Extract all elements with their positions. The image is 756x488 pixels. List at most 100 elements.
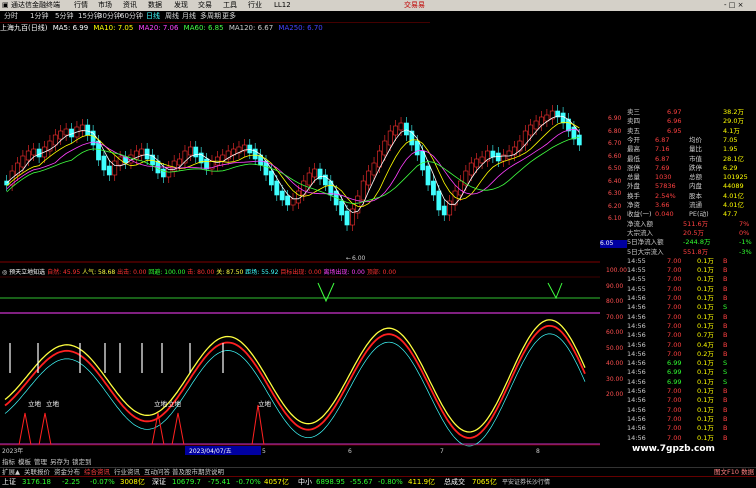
quote-panel: 卖三 6.97 38.2万 卖四 6.96 29.0万 卖五 6.95 4.1万 今开 6.87 均价…: [627, 108, 756, 458]
tick-volume: 0.1万: [697, 387, 714, 395]
period-tab-1min[interactable]: 1分钟: [30, 11, 48, 22]
menu-item-data[interactable]: 数据: [148, 0, 162, 11]
x-tick-7: 7: [440, 448, 444, 455]
tick-direction: B: [723, 275, 728, 284]
tick-time: 14:56: [627, 340, 646, 349]
trade-shortcut[interactable]: 交易易: [404, 0, 425, 11]
tick-direction: B: [723, 433, 728, 442]
flow-value: 551.8万: [683, 247, 709, 256]
index-zx-change: -55.67: [350, 478, 373, 486]
tick-time: 14:56: [627, 387, 646, 395]
quote-row: 最低 6.87 市值 28.1亿: [627, 155, 756, 164]
tab-manage[interactable]: 管理: [34, 458, 47, 467]
chart-area[interactable]: ← 6.00 立地 立地 立地 立地 立地 2023年 2023/04/07/五…: [0, 33, 600, 458]
index-sz-change: -75.41: [208, 478, 231, 486]
flow-label: 大宗流入: [627, 228, 653, 237]
tick-time: 14:56: [627, 331, 646, 340]
tick-time: 14:56: [627, 433, 646, 442]
tick-row: 14:56 7.00 0.1万 B: [627, 313, 756, 322]
menu-item-news[interactable]: 资讯: [123, 0, 137, 11]
quote-value: 4.01亿: [723, 201, 744, 209]
flow-value: 511.6万: [683, 219, 709, 228]
period-tab-more[interactable]: 更多: [222, 11, 236, 22]
tick-row: 14:56 7.00 0.2万 B: [627, 350, 756, 359]
ask-price: 6.96: [667, 117, 682, 126]
tick-direction: B: [723, 414, 728, 423]
flow-pct: 7%: [739, 219, 750, 228]
tick-volume: 0.2万: [697, 349, 714, 358]
quote-row: 今开 6.87 均价 7.05: [627, 136, 756, 145]
menu-item-ll12[interactable]: LL12: [274, 0, 291, 11]
total-turnover-label: 总成交: [444, 478, 465, 486]
tab-indicator[interactable]: 指标: [2, 458, 15, 467]
tab-save-as[interactable]: 另存为: [50, 458, 70, 467]
period-tab-weekly[interactable]: 周线: [165, 11, 179, 22]
price-axis-tick: 6.20: [608, 202, 622, 210]
price-axis-tick: 6.90: [608, 115, 622, 122]
quote-value: 6.29: [723, 163, 738, 172]
tick-time: 14:55: [627, 256, 646, 265]
candle-body: [355, 195, 361, 214]
price-axis-tick: 6.60: [608, 152, 622, 160]
candle-body: [431, 180, 436, 196]
index-sh-pct: -0.07%: [90, 478, 115, 486]
quote-value: 7.05: [723, 135, 738, 144]
candle-body: [425, 165, 431, 186]
tab-lock-to[interactable]: 锁定到: [72, 458, 92, 467]
ask-row: 卖五 6.95 4.1万: [627, 127, 756, 136]
period-tab-daily[interactable]: 日线: [146, 11, 160, 22]
tick-row: 14:56 7.00 0.1万 B: [627, 406, 756, 415]
tick-time: 14:56: [627, 368, 646, 377]
period-tab-5min[interactable]: 5分钟: [55, 11, 73, 22]
index-sh-name[interactable]: 上证: [2, 477, 16, 488]
price-axis-tick: 6.70: [608, 140, 622, 147]
index-zx-name[interactable]: 中小: [298, 477, 312, 488]
period-tab-multi[interactable]: 多周期: [200, 11, 221, 22]
candle-body: [377, 150, 382, 168]
flow-label: 净流入额: [627, 219, 653, 228]
menu-item-market[interactable]: 市场: [98, 0, 112, 11]
quote-row: 换手 2.54% 股本 4.01亿: [627, 192, 756, 201]
app-logo-icon: ▣: [2, 1, 9, 9]
annotation-lidi-2: 立地: [46, 399, 60, 408]
price-axis: 6.90 6.80 6.70 6.60 6.50 6.40 6.30 6.20 6.10 6.0…: [600, 33, 627, 458]
flow-row: 5日净流入额 -244.8万 -1%: [627, 238, 756, 247]
signal-spike: [18, 412, 32, 446]
signal-spike: [38, 412, 52, 446]
menu-item-tools[interactable]: 工具: [223, 0, 237, 11]
period-tab-30min[interactable]: 30分钟: [98, 11, 121, 22]
indicator-axis-tick: 20.00: [606, 391, 624, 398]
menu-item-discover[interactable]: 发现: [174, 0, 188, 11]
tick-price: 7.00: [667, 331, 682, 340]
menu-item-quotes[interactable]: 行情: [74, 0, 88, 11]
quote-row: 净资 3.66 流通 4.01亿: [627, 201, 756, 210]
menu-item-trade[interactable]: 交易: [198, 0, 212, 11]
tick-direction: B: [723, 331, 728, 340]
tick-price: 7.00: [667, 321, 682, 330]
quote-label: 换手: [627, 191, 640, 200]
candle-body: [420, 150, 426, 171]
menu-bar: ▣ 通达信金融终端 行情 市场 资讯 数据 发现 交易 工具 行业 LL12 交…: [0, 0, 756, 11]
index-sz-name[interactable]: 深证: [152, 477, 166, 488]
tab-template[interactable]: 模板: [18, 458, 31, 467]
tick-volume: 0.1万: [697, 275, 714, 284]
period-tab-60min[interactable]: 60分钟: [120, 11, 143, 22]
tick-price: 7.00: [667, 396, 682, 405]
flow-value: -244.8万: [683, 238, 711, 247]
menu-item-industry[interactable]: 行业: [248, 0, 262, 11]
annotation-lidi-3: 立地: [154, 399, 168, 408]
quote-row: 最高 7.16 量比 1.95: [627, 145, 756, 154]
ma120-value: MA120: 6.67: [228, 24, 274, 32]
tick-price: 7.00: [667, 433, 682, 442]
tick-volume: 0.1万: [697, 321, 714, 330]
index-sz-pct: -0.70%: [236, 478, 261, 486]
tick-volume: 0.1万: [697, 294, 714, 302]
tick-direction: B: [723, 387, 728, 395]
tick-price: 7.00: [667, 284, 682, 293]
flow-pct: -3%: [739, 247, 752, 256]
candle-body: [490, 150, 496, 158]
price-axis-tick: 6.30: [608, 190, 622, 197]
window-controls[interactable]: - □ ×: [724, 0, 743, 11]
period-tab-monthly[interactable]: 月线: [182, 11, 196, 22]
period-tab-fenshi[interactable]: 分时: [4, 11, 18, 22]
